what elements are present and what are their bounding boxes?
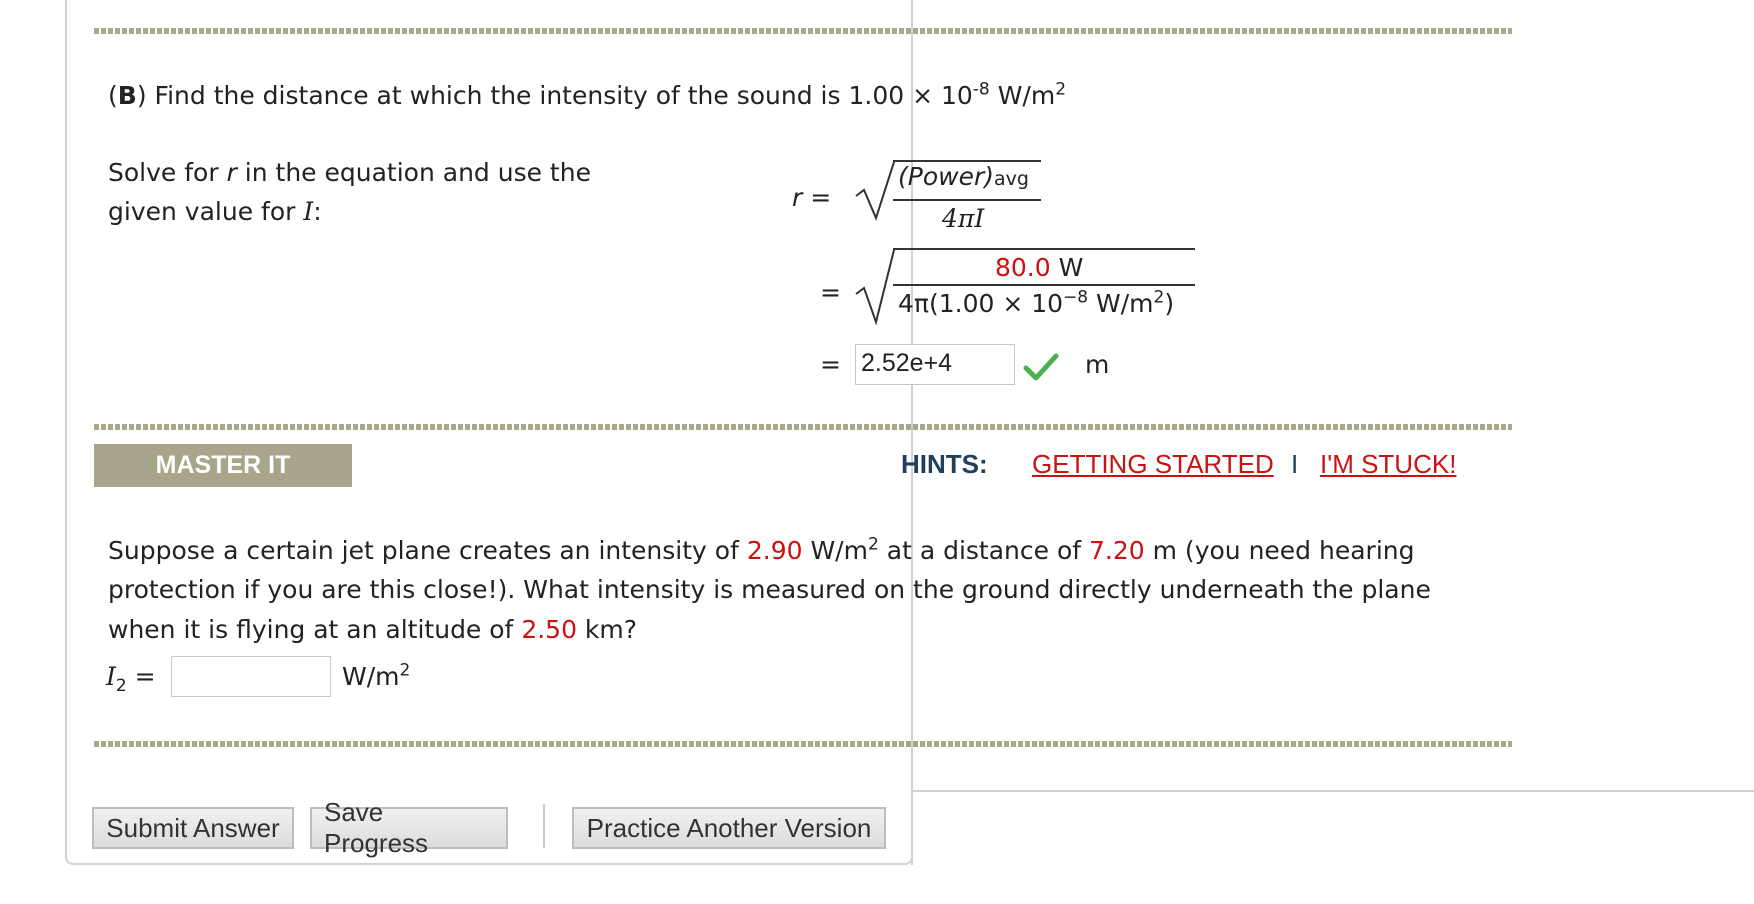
- var-sub: 2: [115, 676, 127, 696]
- var-i: I: [106, 662, 116, 691]
- fraction-line: [893, 284, 1195, 286]
- answer-unit-i2: W/m2: [342, 662, 410, 692]
- solve-text: in the equation and use the: [236, 158, 591, 187]
- var-i: I: [303, 197, 314, 226]
- distance-value: 7.20: [1089, 536, 1145, 565]
- hint-getting-started-link[interactable]: GETTING STARTED: [1032, 449, 1274, 480]
- practice-another-version-button[interactable]: Practice Another Version: [572, 807, 886, 849]
- power-sub: avg: [993, 168, 1029, 190]
- altitude-value: 2.50: [521, 615, 577, 644]
- part-b-question: (B) Find the distance at which the inten…: [108, 79, 1067, 110]
- problem-text: Suppose a certain jet plane creates an i…: [108, 536, 747, 565]
- sqrt-bar: [893, 248, 1195, 250]
- intensity-value: 2.90: [746, 536, 803, 565]
- master-problem-line3: when it is flying at an altitude of 2.50…: [108, 615, 637, 645]
- problem-text: when it is flying at an altitude of: [108, 615, 522, 644]
- question-unit-exponent: 2: [1055, 79, 1067, 100]
- denominator-close: ): [1164, 289, 1175, 318]
- numerator-number: 80.0: [995, 253, 1051, 282]
- eq-equals-2: =: [820, 278, 841, 307]
- section-divider: [94, 741, 1512, 747]
- denominator-text: 4π(1.00 × 10: [898, 289, 1064, 318]
- question-unit: W/m: [997, 81, 1056, 110]
- eq-r-label: r =: [792, 183, 831, 213]
- sqrt-symbol: [855, 249, 895, 326]
- unit-exponent: 2: [399, 660, 411, 681]
- answer-input-i2[interactable]: [171, 656, 331, 697]
- problem-text: km?: [576, 615, 638, 644]
- question-text: Find the distance at which the intensity…: [154, 81, 973, 110]
- button-separator: [543, 804, 545, 848]
- question-exponent: -8: [972, 79, 990, 100]
- sqrt-symbol: [855, 161, 895, 221]
- master-problem-line1: Suppose a certain jet plane creates an i…: [108, 536, 1414, 566]
- problem-text: m (you need hearing: [1144, 536, 1415, 565]
- checkmark-icon: [1023, 353, 1059, 381]
- denominator-exponent: −8: [1063, 287, 1089, 308]
- fraction-denominator: 4πI: [942, 204, 985, 233]
- part-label: B: [117, 81, 137, 110]
- problem-text: at a distance of: [878, 536, 1090, 565]
- denominator-unit: W/m: [1088, 289, 1154, 318]
- power-label: (Power): [898, 162, 994, 191]
- answer-equals: =: [134, 662, 156, 691]
- solve-instruction-line2: given value for I:: [108, 197, 322, 227]
- master-problem-line2: protection if you are this close!). What…: [108, 575, 1431, 604]
- solve-instruction-line1: Solve for r in the equation and use the: [108, 158, 591, 188]
- solve-text: given value for: [108, 197, 304, 226]
- unit-text: W/m: [342, 662, 400, 691]
- content-frame: [65, 0, 913, 865]
- hint-im-stuck-link[interactable]: I'M STUCK!: [1320, 449, 1456, 480]
- frame-rule-vertical: [911, 790, 913, 865]
- answer-label-i2: I2 =: [106, 662, 156, 695]
- hint-separator: I: [1291, 449, 1299, 479]
- denominator-unit-exponent: 2: [1153, 287, 1165, 308]
- numerator-unit: W: [1058, 253, 1084, 282]
- eq-r: r: [792, 183, 803, 212]
- submit-answer-button[interactable]: Submit Answer: [92, 807, 294, 849]
- denominator-value: 4π(1.00 × 10−8 W/m2): [898, 289, 1174, 319]
- problem-exponent: 2: [867, 534, 879, 555]
- eq-equals: =: [810, 183, 832, 212]
- master-it-tab: MASTER IT: [94, 444, 352, 487]
- section-divider: [94, 424, 1512, 430]
- problem-text: W/m: [802, 536, 868, 565]
- solve-text: :: [313, 197, 322, 226]
- power-avg: (Power)avg: [898, 162, 1029, 194]
- save-progress-button[interactable]: Save Progress: [310, 797, 508, 858]
- section-divider: [94, 28, 1512, 34]
- answer-input-b[interactable]: 2.52e+4: [855, 344, 1015, 385]
- hints-label: HINTS:: [901, 449, 988, 479]
- eq-equals-3: =: [820, 350, 841, 379]
- frame-rule: [913, 790, 1754, 792]
- numerator-value: 80.0 W: [995, 253, 1083, 283]
- fraction-line: [893, 199, 1041, 201]
- var-r: r: [226, 158, 237, 187]
- answer-unit-b: m: [1085, 350, 1110, 379]
- solve-text: Solve for: [108, 158, 227, 187]
